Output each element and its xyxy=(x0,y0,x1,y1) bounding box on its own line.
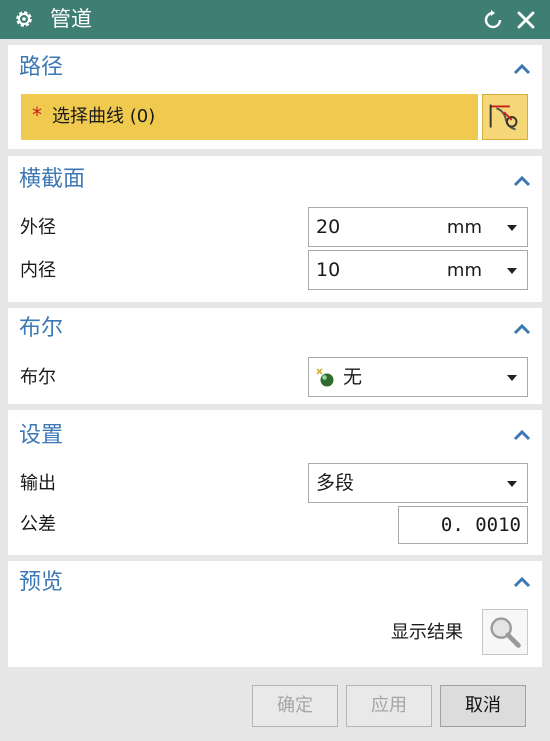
chevron-down-icon[interactable] xyxy=(507,225,517,231)
preview-section-title[interactable]: 预览 xyxy=(19,570,63,596)
tolerance-label: 公差 xyxy=(20,514,56,535)
show-result-button[interactable] xyxy=(482,609,528,655)
chevron-up-icon[interactable] xyxy=(512,322,532,336)
inner-diameter-unit[interactable]: mm xyxy=(447,260,482,282)
show-result-label: 显示结果 xyxy=(391,622,463,643)
chevron-down-icon[interactable] xyxy=(507,375,517,381)
boolean-section-title[interactable]: 布尔 xyxy=(19,316,63,342)
inner-diameter-value: 10 xyxy=(316,259,341,281)
gear-icon xyxy=(16,11,32,27)
select-curve-field[interactable]: * 选择曲线 (0) xyxy=(21,94,478,140)
apply-button[interactable]: 应用 xyxy=(346,685,432,727)
path-section: 路径 * 选择曲线 (0) xyxy=(8,45,542,149)
select-curve-label: 选择曲线 (0) xyxy=(52,106,156,127)
title-bar: 管道 xyxy=(0,0,550,39)
boolean-section: 布尔 布尔 无 xyxy=(8,308,542,404)
cross-section-section: 横截面 外径 20 mm 内径 10 mm xyxy=(8,156,542,302)
boolean-select[interactable]: 无 xyxy=(308,357,528,397)
settings-section-title[interactable]: 设置 xyxy=(19,423,63,449)
close-icon[interactable] xyxy=(515,9,537,31)
chevron-down-icon[interactable] xyxy=(507,481,517,487)
magnifier-icon xyxy=(490,617,521,648)
outer-diameter-input[interactable]: 20 mm xyxy=(308,207,528,247)
chevron-up-icon[interactable] xyxy=(512,62,532,76)
tolerance-value: 0. 0010 xyxy=(440,514,521,536)
chevron-up-icon[interactable] xyxy=(512,428,532,442)
boolean-none-icon xyxy=(316,368,334,387)
tolerance-input[interactable]: 0. 0010 xyxy=(398,506,528,544)
path-section-title[interactable]: 路径 xyxy=(19,55,63,81)
inner-diameter-input[interactable]: 10 mm xyxy=(308,250,528,290)
chevron-up-icon[interactable] xyxy=(512,575,532,589)
chevron-down-icon[interactable] xyxy=(507,268,517,274)
output-select[interactable]: 多段 xyxy=(308,463,528,503)
curve-select-button[interactable] xyxy=(482,94,528,140)
required-mark: * xyxy=(32,103,42,127)
boolean-value: 无 xyxy=(343,366,363,388)
cross-section-title[interactable]: 横截面 xyxy=(19,167,85,193)
outer-diameter-label: 外径 xyxy=(20,217,56,238)
output-label: 输出 xyxy=(20,473,56,494)
outer-diameter-value: 20 xyxy=(316,216,341,238)
preview-section: 预览 显示结果 xyxy=(8,561,542,667)
ok-button[interactable]: 确定 xyxy=(252,685,338,727)
window-title: 管道 xyxy=(50,7,92,31)
output-value: 多段 xyxy=(316,472,355,494)
reset-icon[interactable] xyxy=(482,9,504,31)
boolean-label: 布尔 xyxy=(20,367,56,388)
curve-select-icon xyxy=(489,104,518,131)
settings-section: 设置 输出 多段 公差 0. 0010 xyxy=(8,410,542,555)
cancel-button[interactable]: 取消 xyxy=(440,685,526,727)
inner-diameter-label: 内径 xyxy=(20,260,56,281)
chevron-up-icon[interactable] xyxy=(512,174,532,188)
outer-diameter-unit[interactable]: mm xyxy=(447,217,482,239)
